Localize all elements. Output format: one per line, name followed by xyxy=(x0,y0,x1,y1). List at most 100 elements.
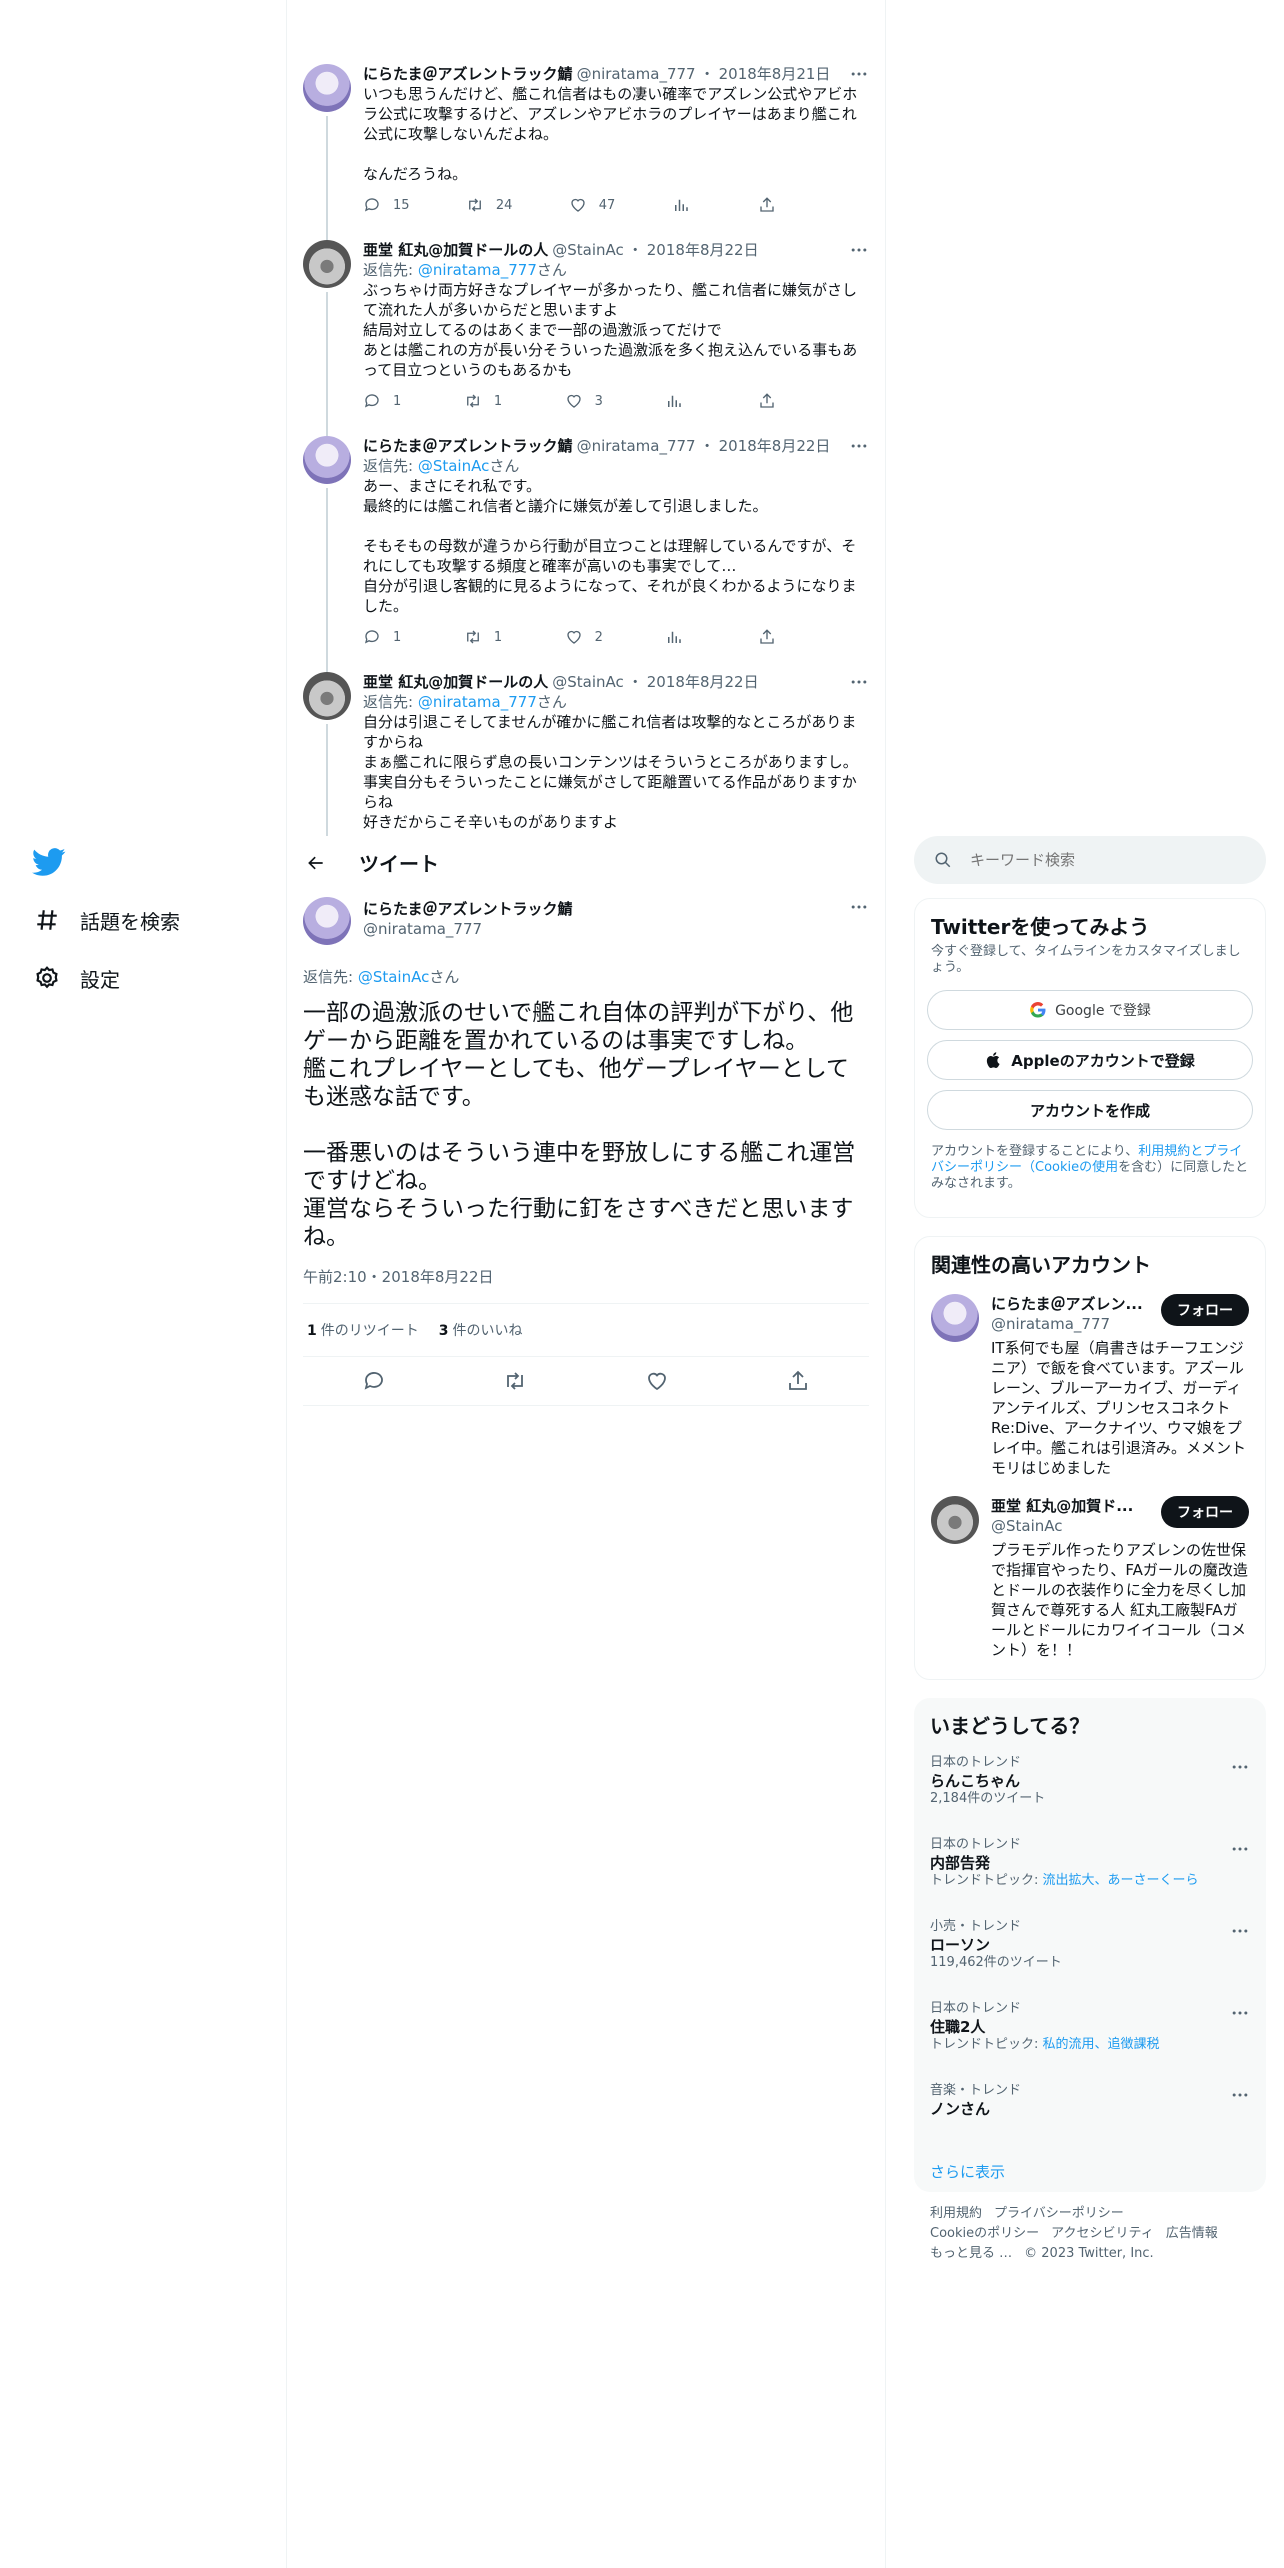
avatar[interactable] xyxy=(303,64,351,112)
footer-ads-link[interactable]: 広告情報 xyxy=(1166,2226,1218,2241)
retweet-icon[interactable] xyxy=(503,1369,527,1393)
avatar[interactable] xyxy=(931,1496,979,1544)
trend-item[interactable]: 音楽・トレンド ノンさん xyxy=(914,2071,1266,2153)
trend-item[interactable]: 日本のトレンド 住職2人 トレンドトピック: 私的流用、追徴課税 xyxy=(914,1989,1266,2071)
account-handle[interactable]: @StainAc xyxy=(991,1516,1161,1536)
account-name[interactable]: 亜堂 紅丸@加賀ド... xyxy=(991,1496,1161,1516)
back-button[interactable] xyxy=(299,846,333,880)
google-signup-button[interactable]: Google で登録 xyxy=(927,990,1253,1030)
author-name[interactable]: 亜堂 紅丸@加賀ドールの人 xyxy=(363,672,548,692)
related-account[interactable]: にらたま＠アズレン... @niratama_777 フォロー IT系何でも屋（肩… xyxy=(915,1282,1265,1478)
author-handle[interactable]: @niratama_777 xyxy=(363,919,849,939)
reply-user-link[interactable]: @StainAc xyxy=(418,457,490,475)
trend-item[interactable]: 日本のトレンド 内部告発 トレンドトピック: 流出拡大、あーさーくーら xyxy=(914,1825,1266,1907)
trend-topic-link[interactable]: 私的流用、追徴課税 xyxy=(1043,2037,1160,2052)
trend-item[interactable]: 小売・トレンド ローソン 119,462件のツイート xyxy=(914,1907,1266,1989)
tweet-timestamp[interactable]: 午前2:10・2018年8月22日 xyxy=(303,1267,869,1304)
footer-privacy-link[interactable]: プライバシーポリシー xyxy=(994,2206,1124,2221)
account-handle[interactable]: @niratama_777 xyxy=(991,1314,1161,1334)
like-count: 47 xyxy=(598,197,616,213)
reply-user-link[interactable]: @niratama_777 xyxy=(418,693,537,711)
footer-terms-link[interactable]: 利用規約 xyxy=(930,2206,982,2221)
share-button[interactable] xyxy=(758,392,788,410)
author-name[interactable]: 亜堂 紅丸@加賀ドールの人 xyxy=(363,240,548,260)
account-name[interactable]: にらたま＠アズレン... xyxy=(991,1294,1161,1314)
avatar[interactable] xyxy=(303,897,351,945)
footer-cookie-link[interactable]: Cookieのポリシー xyxy=(930,2226,1039,2241)
retweet-button[interactable]: 24 xyxy=(466,196,512,214)
tweet-date[interactable]: 2018年8月22日 xyxy=(719,436,831,456)
reply-suffix: さん xyxy=(429,968,460,986)
more-icon[interactable] xyxy=(1230,1839,1250,1859)
terms-prefix: アカウントを登録することにより、 xyxy=(931,1144,1139,1159)
nav-settings[interactable]: 設定 xyxy=(34,958,120,998)
footer-accessibility-link[interactable]: アクセシビリティ xyxy=(1051,2226,1154,2241)
reply-icon[interactable] xyxy=(362,1369,386,1393)
like-button[interactable]: 2 xyxy=(565,628,603,646)
nav-explore[interactable]: 話題を検索 xyxy=(34,900,180,940)
apple-signup-button[interactable]: Appleのアカウントで登録 xyxy=(927,1040,1253,1080)
like-button[interactable]: 3 xyxy=(565,392,603,410)
follow-button[interactable]: フォロー xyxy=(1161,1496,1249,1528)
share-button[interactable] xyxy=(758,196,788,214)
like-button[interactable]: 47 xyxy=(569,196,616,214)
author-handle[interactable]: @niratama_777 xyxy=(577,436,696,456)
share-icon[interactable] xyxy=(786,1369,810,1393)
author-name[interactable]: にらたま＠アズレントラック鯖 xyxy=(363,64,573,84)
more-icon[interactable] xyxy=(849,64,869,84)
retweet-button[interactable]: 1 xyxy=(464,628,502,646)
views-button[interactable] xyxy=(665,392,695,410)
thread-line xyxy=(326,116,328,240)
more-icon[interactable] xyxy=(849,240,869,260)
author-handle[interactable]: @niratama_777 xyxy=(577,64,696,84)
more-icon[interactable] xyxy=(1230,2003,1250,2023)
show-more-link[interactable]: さらに表示 xyxy=(914,2153,1266,2190)
tweet-date[interactable]: 2018年8月22日 xyxy=(647,240,759,260)
footer-more-link[interactable]: もっと見る … xyxy=(930,2246,1012,2261)
more-icon[interactable] xyxy=(849,897,869,917)
author-name[interactable]: にらたま＠アズレントラック鯖 xyxy=(363,899,849,919)
retweet-count-link[interactable]: 1 件のリツイート xyxy=(307,1320,419,1340)
reply-user-link[interactable]: @StainAc xyxy=(358,968,430,986)
author-name[interactable]: にらたま＠アズレントラック鯖 xyxy=(363,436,573,456)
more-icon[interactable] xyxy=(849,672,869,692)
trend-topic-link[interactable]: 流出拡大、あーさーくーら xyxy=(1043,1873,1199,1888)
twitter-logo-icon[interactable] xyxy=(32,845,66,879)
reply-button[interactable]: 15 xyxy=(363,196,410,214)
views-button[interactable] xyxy=(672,196,702,214)
related-account[interactable]: 亜堂 紅丸@加賀ド... @StainAc フォロー プラモデル作ったりアズレンの… xyxy=(915,1478,1265,1660)
like-icon[interactable] xyxy=(645,1369,669,1393)
trend-item[interactable]: 日本のトレンド らんこちゃん 2,184件のツイート xyxy=(914,1743,1266,1825)
avatar[interactable] xyxy=(931,1294,979,1342)
thread-tweet[interactable]: 亜堂 紅丸@加賀ドールの人 @StainAc ・ 2018年8月22日 返信先:… xyxy=(287,224,885,436)
like-count-link[interactable]: 3 件のいいね xyxy=(439,1320,523,1340)
views-button[interactable] xyxy=(665,628,695,646)
avatar[interactable] xyxy=(303,240,351,288)
search-input[interactable] xyxy=(970,851,1230,869)
more-icon[interactable] xyxy=(849,436,869,456)
thread-tweet[interactable]: にらたま＠アズレントラック鯖 @niratama_777 ・ 2018年8月21… xyxy=(287,48,885,240)
follow-button[interactable]: フォロー xyxy=(1161,1294,1249,1326)
signup-title: Twitterを使ってみよう xyxy=(931,915,1150,939)
retweet-button[interactable]: 1 xyxy=(464,392,502,410)
tweet-date[interactable]: 2018年8月21日 xyxy=(719,64,831,84)
reply-button[interactable]: 1 xyxy=(363,628,401,646)
reply-button[interactable]: 1 xyxy=(363,392,401,410)
reply-suffix: さん xyxy=(489,457,520,475)
avatar[interactable] xyxy=(303,436,351,484)
thread-tweet[interactable]: にらたま＠アズレントラック鯖 @niratama_777 ・ 2018年8月22… xyxy=(287,420,885,672)
search-box[interactable] xyxy=(914,836,1266,884)
thread-tweet[interactable]: 亜堂 紅丸@加賀ドールの人 @StainAc ・ 2018年8月22日 返信先:… xyxy=(287,656,885,836)
author-handle[interactable]: @StainAc xyxy=(552,240,624,260)
trend-name: 住職2人 xyxy=(930,2018,986,2036)
tweet-date[interactable]: 2018年8月22日 xyxy=(647,672,759,692)
reply-user-link[interactable]: @niratama_777 xyxy=(418,261,537,279)
create-account-button[interactable]: アカウントを作成 xyxy=(927,1090,1253,1130)
avatar[interactable] xyxy=(303,672,351,720)
share-button[interactable] xyxy=(758,628,788,646)
more-icon[interactable] xyxy=(1230,1757,1250,1777)
more-icon[interactable] xyxy=(1230,2085,1250,2105)
author-handle[interactable]: @StainAc xyxy=(552,672,624,692)
more-icon[interactable] xyxy=(1230,1921,1250,1941)
retweet-count: 1 xyxy=(493,629,503,645)
